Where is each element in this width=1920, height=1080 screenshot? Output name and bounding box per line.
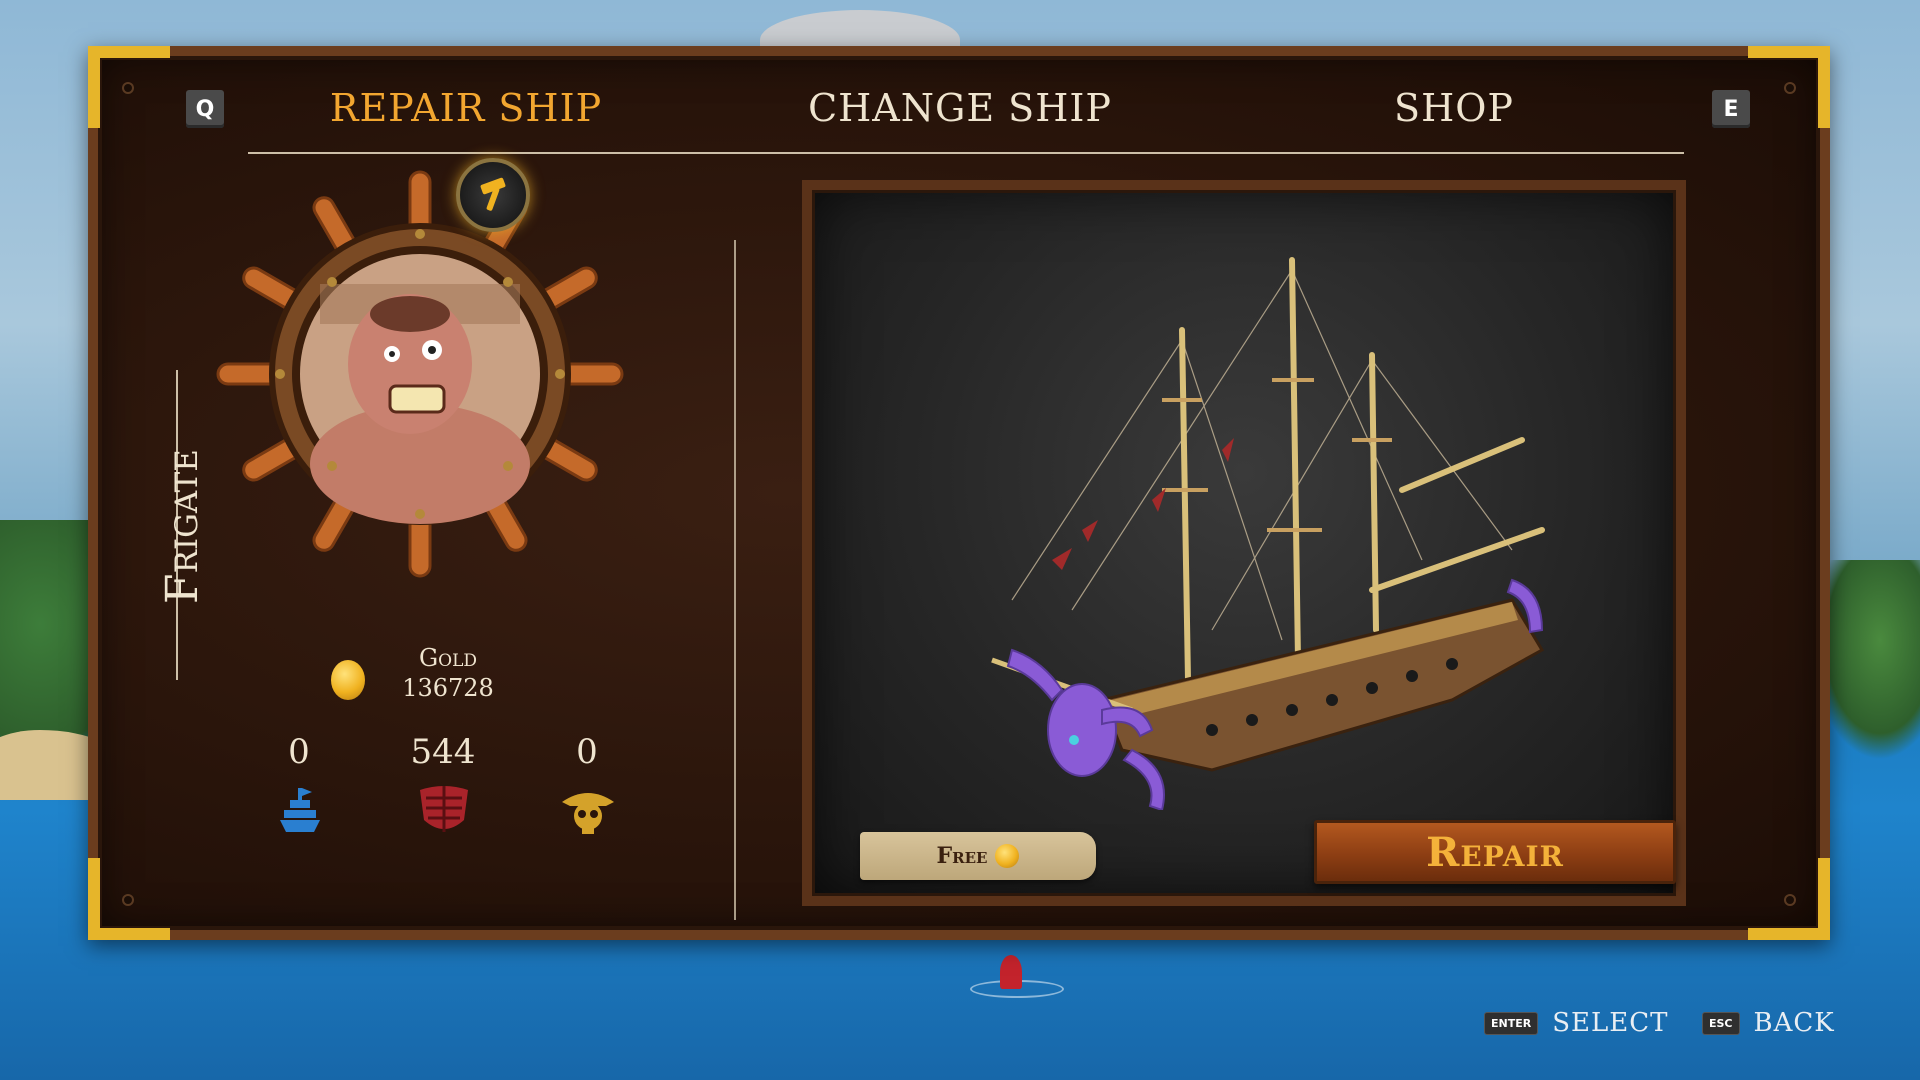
stat-crew-value: 0 [288, 732, 310, 772]
gold-skull-icon [562, 793, 614, 834]
esc-key: ESC [1702, 1011, 1740, 1035]
next-tab-key[interactable]: E [1712, 90, 1750, 128]
back-hint[interactable]: ESC BACK [1702, 1008, 1835, 1038]
back-label: BACK [1753, 1008, 1835, 1038]
buoy [1000, 955, 1022, 989]
prev-tab-key[interactable]: Q [186, 90, 224, 128]
blue-ship-icon [280, 788, 320, 832]
rivet [124, 896, 132, 904]
gold-coin-icon [331, 660, 365, 700]
hammer-icon [456, 158, 530, 232]
gold-label: Gold [418, 644, 478, 672]
tab-repair-ship[interactable]: REPAIR SHIP [266, 86, 666, 130]
frigate-ship-model [991, 257, 1545, 810]
captain-portrait-wheel [216, 170, 624, 578]
gold-value: 136728 [402, 674, 494, 702]
stat-hull-value: 544 [410, 732, 476, 772]
red-hull-icon [420, 786, 468, 832]
tab-shop[interactable]: SHOP [1254, 86, 1654, 130]
rivet [1786, 896, 1794, 904]
repair-menu-panel: Q REPAIR SHIP CHANGE SHIP SHOP E Frigate [88, 46, 1830, 940]
select-hint[interactable]: ENTER SELECT [1484, 1008, 1669, 1038]
rivet [1786, 84, 1794, 92]
free-repair-button[interactable]: Free [860, 832, 1096, 880]
stat-pirates-value: 0 [576, 732, 598, 772]
column-divider [734, 240, 736, 920]
enter-key: ENTER [1484, 1011, 1539, 1035]
ship-preview-panel: Free Repair [802, 180, 1686, 906]
tab-change-ship[interactable]: CHANGE SHIP [760, 86, 1160, 130]
rivet [124, 84, 132, 92]
select-label: SELECT [1552, 1008, 1669, 1038]
tab-divider [248, 152, 1684, 154]
coin-icon [995, 844, 1020, 868]
repair-button[interactable]: Repair [1314, 820, 1676, 884]
